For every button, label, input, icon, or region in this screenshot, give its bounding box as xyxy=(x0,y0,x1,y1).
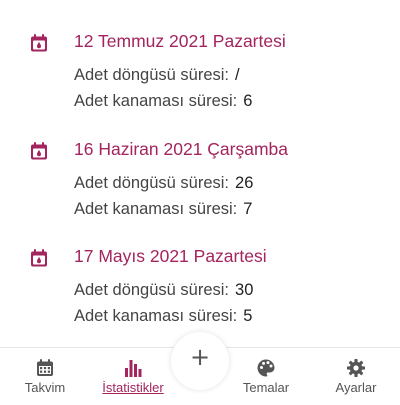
bleeding-length-label: Adet kanaması süresi: xyxy=(74,307,238,325)
gear-icon xyxy=(347,359,365,377)
bleeding-length-row: Adet kanaması süresi: 7 xyxy=(74,200,252,219)
cycle-length-value: 26 xyxy=(235,174,254,192)
bleeding-length-label: Adet kanaması süresi: xyxy=(74,200,238,218)
tab-statistics[interactable]: İstatistikler xyxy=(93,348,173,405)
bar-chart-icon xyxy=(125,360,142,377)
cycle-length-value: 30 xyxy=(235,281,254,299)
entry-date: 16 Haziran 2021 Çarşamba xyxy=(74,139,289,159)
calendar-drop-icon xyxy=(31,249,47,267)
add-entry-button[interactable]: + xyxy=(171,332,229,390)
tab-themes-label: Temalar xyxy=(242,380,290,395)
tab-settings-label: Ayarlar xyxy=(335,380,377,395)
bleeding-length-value: 5 xyxy=(243,307,253,325)
entry-date: 17 Mayıs 2021 Pazartesi xyxy=(74,246,267,266)
cycle-length-row: Adet döngüsü süresi: / xyxy=(74,66,240,85)
calendar-icon xyxy=(37,359,53,376)
cycle-length-label: Adet döngüsü süresi: xyxy=(74,66,230,84)
bleeding-length-row: Adet kanaması süresi: 5 xyxy=(74,307,252,326)
entry-date: 12 Temmuz 2021 Pazartesi xyxy=(74,31,286,51)
cycle-length-value: / xyxy=(235,66,240,84)
tab-themes[interactable]: Temalar xyxy=(226,348,306,405)
bleeding-length-label: Adet kanaması süresi: xyxy=(74,92,238,110)
calendar-drop-icon xyxy=(31,34,47,52)
tab-calendar-label: Takvim xyxy=(24,380,66,395)
tab-statistics-label: İstatistikler xyxy=(102,380,164,395)
cycle-length-row: Adet döngüsü süresi: 30 xyxy=(74,281,253,300)
tab-settings[interactable]: Ayarlar xyxy=(316,348,396,405)
palette-icon xyxy=(257,359,275,377)
cycle-length-row: Adet döngüsü süresi: 26 xyxy=(74,174,253,193)
bleeding-length-row: Adet kanaması süresi: 6 xyxy=(74,92,252,111)
bleeding-length-value: 7 xyxy=(243,200,253,218)
cycle-length-label: Adet döngüsü süresi: xyxy=(74,281,230,299)
calendar-drop-icon xyxy=(31,142,47,160)
tab-calendar[interactable]: Takvim xyxy=(5,348,85,405)
plus-icon: + xyxy=(189,343,211,371)
bleeding-length-value: 6 xyxy=(243,92,253,110)
cycle-length-label: Adet döngüsü süresi: xyxy=(74,174,230,192)
